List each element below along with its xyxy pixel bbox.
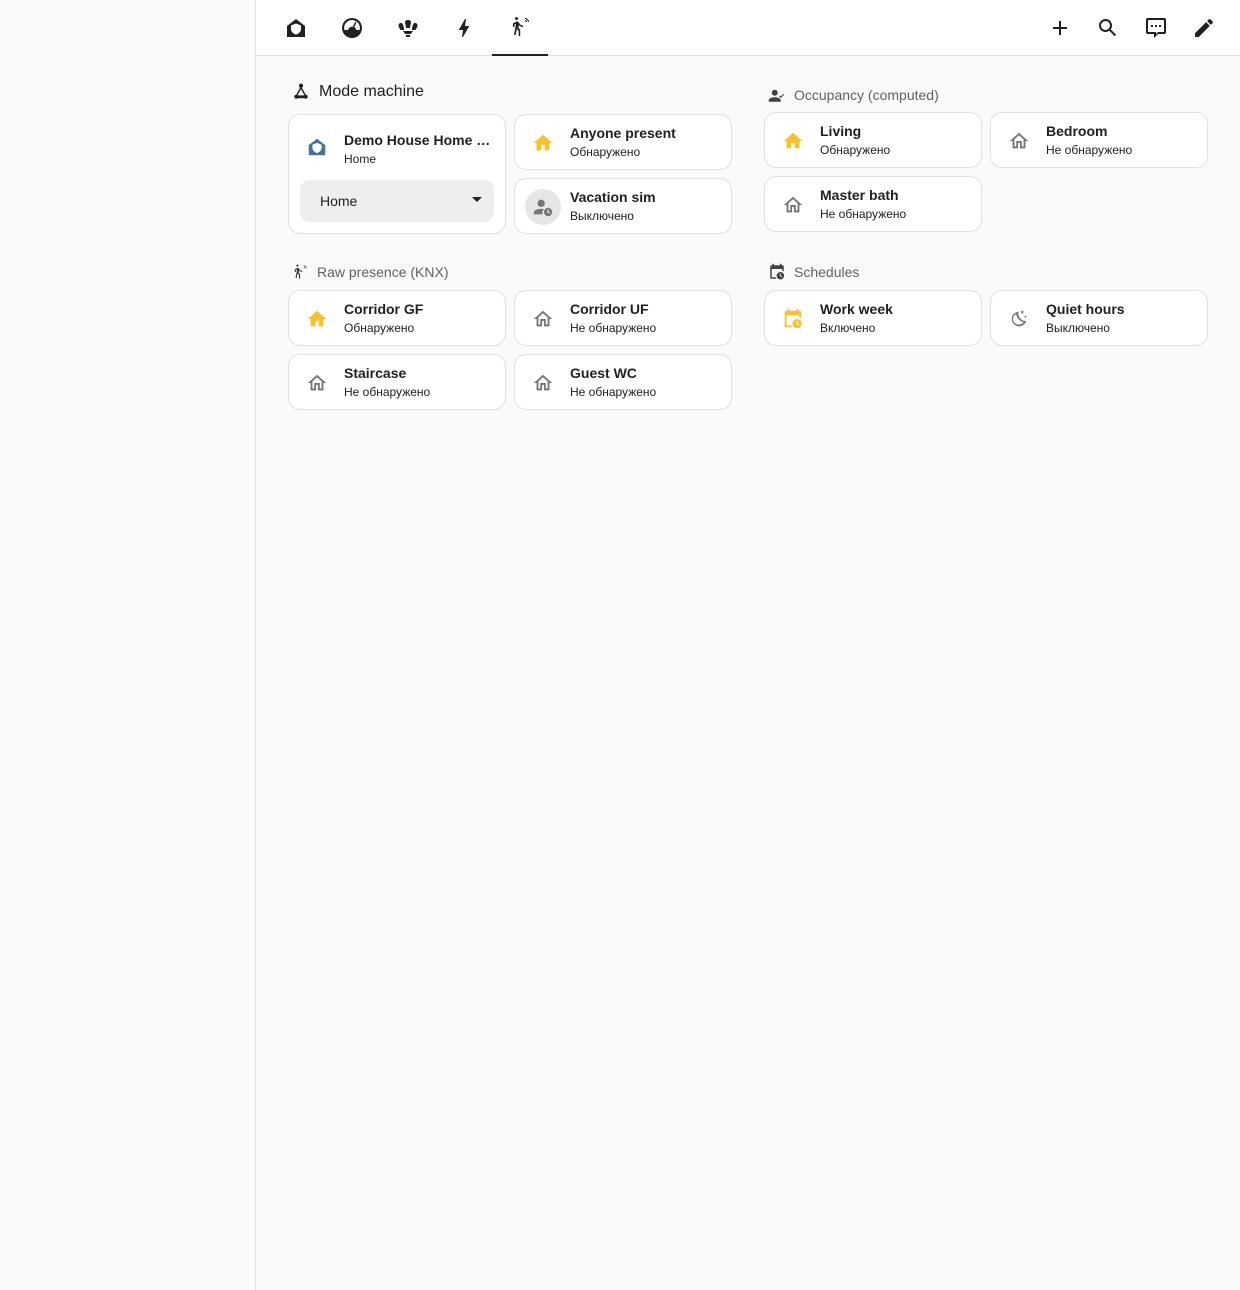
section-header-mode-machine: Mode machine: [291, 82, 424, 102]
edit-button[interactable]: [1180, 4, 1228, 52]
tile-state: Не обнаружено: [570, 321, 657, 335]
chandelier-icon: [398, 20, 418, 37]
top-toolbar: [256, 0, 1240, 56]
plus-icon: [1053, 21, 1067, 35]
tile-icon[interactable]: [775, 301, 811, 337]
tab-presence[interactable]: [492, 0, 548, 56]
tile-icon[interactable]: [299, 301, 335, 337]
section-title: Occupancy (computed): [794, 87, 939, 103]
tile-state: Выключено: [570, 209, 634, 223]
lightning-bolt-icon: [459, 19, 469, 37]
tile-name: Work week: [820, 301, 893, 317]
home-outline-icon: [1009, 132, 1029, 149]
section-header-occupancy: Occupancy (computed): [768, 86, 939, 104]
mode-dropdown[interactable]: Home: [300, 180, 494, 222]
tile-living[interactable]: Living Обнаружено: [764, 112, 982, 168]
home-icon: [783, 132, 803, 149]
sidebar: [0, 0, 256, 1290]
tile-name: Master bath: [820, 187, 899, 203]
tile-state: Обнаружено: [344, 321, 415, 335]
tile-state: Не обнаружено: [820, 207, 907, 221]
tile-name: Guest WC: [570, 365, 637, 381]
account-clock-icon: [533, 199, 553, 217]
add-button[interactable]: [1036, 4, 1084, 52]
home-outline-icon: [783, 196, 803, 213]
section-header-raw-presence: Raw presence (KNX): [291, 263, 449, 281]
chevron-down-icon: [472, 197, 482, 202]
home-icon: [533, 134, 553, 151]
section-title: Mode machine: [319, 83, 424, 100]
tile-icon[interactable]: [1001, 301, 1037, 337]
tile-icon[interactable]: [525, 189, 561, 225]
state-machine-icon: [294, 83, 308, 99]
home-outline-icon: [533, 374, 553, 391]
calendar-clock-icon: [770, 263, 785, 280]
magnify-icon: [1099, 19, 1117, 37]
motion-sensor-icon: [294, 264, 307, 279]
tile-icon[interactable]: [525, 365, 561, 401]
tile-work-week[interactable]: Work week Включено: [764, 290, 982, 346]
home-shield-icon: [287, 19, 305, 37]
tile-quiet-hours[interactable]: Quiet hours Выключено: [990, 290, 1208, 346]
weather-night-icon: [1011, 309, 1027, 327]
tile-icon[interactable]: [525, 125, 561, 161]
tile-name: Staircase: [344, 365, 407, 381]
calendar-clock-icon: [784, 308, 802, 329]
tile-name: Vacation sim: [570, 189, 656, 205]
tile-state: Обнаружено: [570, 145, 641, 159]
tab-lights[interactable]: [380, 0, 436, 56]
home-icon: [307, 310, 327, 327]
tile-icon[interactable]: [775, 123, 811, 159]
pencil-icon: [1195, 18, 1213, 37]
dropdown-value: Home: [320, 193, 358, 209]
tile-staircase[interactable]: Staircase Не обнаружено: [288, 354, 506, 410]
motion-sensor-icon: [513, 17, 529, 36]
home-shield-icon: [308, 138, 326, 156]
tile-icon[interactable]: [299, 365, 335, 401]
mode-select-card: Demo House Home mode Home Home: [288, 114, 506, 234]
entity-name[interactable]: Demo House Home mode: [344, 132, 496, 148]
tab-energy[interactable]: [436, 0, 492, 56]
tile-name: Quiet hours: [1046, 301, 1125, 317]
tile-state: Выключено: [1046, 321, 1110, 335]
tab-home[interactable]: [268, 0, 324, 56]
tile-corridor-uf[interactable]: Corridor UF Не обнаружено: [514, 290, 732, 346]
tile-state: Не обнаружено: [1046, 143, 1133, 157]
tile-bedroom[interactable]: Bedroom Не обнаружено: [990, 112, 1208, 168]
tile-name: Corridor GF: [344, 301, 424, 317]
assist-button[interactable]: [1132, 4, 1180, 52]
tile-icon[interactable]: [1001, 123, 1037, 159]
tile-name: Bedroom: [1046, 123, 1108, 139]
tile-guest-wc[interactable]: Guest WC Не обнаружено: [514, 354, 732, 410]
tile-state: Не обнаружено: [570, 385, 657, 399]
tile-anyone-present[interactable]: Anyone present Обнаружено: [514, 114, 732, 170]
entity-state: Home: [344, 152, 377, 166]
tile-name: Corridor UF: [570, 301, 649, 317]
tile-vacation-sim[interactable]: Vacation sim Выключено: [514, 178, 732, 234]
section-title: Schedules: [794, 264, 860, 280]
tile-state: Обнаружено: [820, 143, 891, 157]
message-icon: [1146, 18, 1166, 38]
account-check-icon: [768, 89, 785, 102]
section-title: Raw presence (KNX): [317, 264, 449, 280]
section-header-schedules: Schedules: [768, 263, 859, 281]
home-outline-icon: [533, 310, 553, 327]
tile-corridor-gf[interactable]: Corridor GF Обнаружено: [288, 290, 506, 346]
tile-name: Anyone present: [570, 125, 676, 141]
search-button[interactable]: [1084, 4, 1132, 52]
tile-state: Включено: [820, 321, 876, 335]
tile-icon[interactable]: [525, 301, 561, 337]
home-outline-icon: [307, 374, 327, 391]
tile-name: Living: [820, 123, 862, 139]
tile-state: Не обнаружено: [344, 385, 431, 399]
tile-icon[interactable]: [775, 187, 811, 223]
mode-icon-wrap: [299, 129, 335, 165]
gauge-icon: [342, 18, 362, 38]
tab-gauge[interactable]: [324, 0, 380, 56]
tile-master-bath[interactable]: Master bath Не обнаружено: [764, 176, 982, 232]
